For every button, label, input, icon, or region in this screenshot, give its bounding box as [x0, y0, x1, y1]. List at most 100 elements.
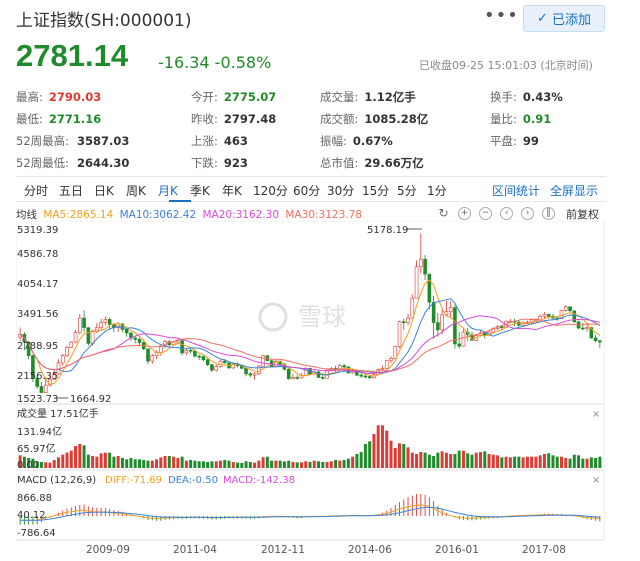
tab-day-k[interactable]: 日K: [94, 182, 114, 199]
tab-30min[interactable]: 30分: [327, 182, 354, 199]
candle-body: [295, 377, 300, 379]
volume-bar: [223, 460, 227, 468]
tab-15min[interactable]: 15分: [362, 182, 389, 199]
volume-bar: [453, 454, 457, 468]
candle-body: [154, 352, 159, 356]
volume-bar: [564, 458, 568, 468]
pan-left-icon[interactable]: ‹: [500, 207, 513, 220]
fullscreen-link[interactable]: 全屏显示: [550, 182, 598, 199]
tab-quarter-k[interactable]: 季K: [190, 182, 210, 199]
quote-label: 上涨:: [191, 134, 218, 148]
zoom-out-icon[interactable]: −: [479, 207, 492, 220]
tab-year-k[interactable]: 年K: [222, 182, 242, 199]
candle-body: [320, 377, 325, 379]
y-axis-main: 5319.39 4586.78 4054.17 3491.56 2788.95 …: [17, 225, 58, 405]
quote-label: 昨收:: [191, 112, 218, 126]
change-value: -16.34: [158, 53, 210, 72]
tab-120min[interactable]: 120分: [253, 182, 288, 199]
candle-body: [103, 319, 108, 323]
candle-body: [448, 307, 453, 313]
page-title: 上证指数(SH:000001): [16, 11, 192, 31]
volume-bar: [589, 457, 593, 468]
tab-fenshi[interactable]: 分时: [24, 182, 48, 199]
volume-bar: [393, 448, 397, 468]
close-volume-icon[interactable]: ×: [592, 409, 600, 420]
volume-bar: [508, 457, 512, 468]
volume-bar: [568, 458, 572, 468]
candle-body: [184, 349, 189, 354]
volume-bar: [120, 458, 124, 468]
close-macd-icon[interactable]: ×: [592, 475, 600, 486]
adjust-dropdown[interactable]: 前复权: [566, 206, 599, 222]
more-icon[interactable]: •••: [484, 5, 519, 26]
volume-bar: [594, 458, 598, 468]
macd-tick-2: -786.64: [17, 528, 56, 539]
volume-bar: [61, 454, 65, 468]
tab-week-k[interactable]: 周K: [126, 182, 146, 199]
volume-bar: [129, 458, 133, 468]
volume-bar: [261, 457, 265, 468]
follow-button[interactable]: ✓ 已添加: [523, 5, 605, 32]
x-tick-1: 2011-04: [173, 544, 217, 556]
quote-value: 2775.07: [223, 90, 277, 104]
candle-body: [39, 386, 44, 393]
volume-bar: [265, 456, 269, 468]
volume-bar: [363, 444, 367, 468]
tab-60min[interactable]: 60分: [293, 182, 320, 199]
volume-bar: [538, 455, 542, 468]
candle-body: [180, 340, 184, 354]
quote-turnover: 换手: 0.43%: [490, 89, 563, 105]
volume-bar: [69, 450, 73, 468]
volume-tick-1: 65.97亿: [17, 442, 56, 455]
ma-legend: 均线 MA5:2865.14 MA10:3062.42 MA20:3162.30…: [16, 207, 362, 222]
volume-bar: [440, 451, 444, 468]
candle-body: [380, 368, 385, 371]
volume-bar: [86, 454, 90, 468]
volume-bar: [99, 453, 103, 468]
reset-icon[interactable]: ↻: [437, 207, 450, 220]
volume-bar: [598, 456, 602, 468]
candle-body: [581, 327, 585, 330]
quote-market-cap: 总市值: 29.66万亿: [320, 155, 424, 171]
range-stats-link[interactable]: 区间统计: [492, 182, 540, 199]
volume-bar: [398, 443, 402, 468]
volume-bar: [534, 456, 538, 468]
volume-bar: [167, 456, 171, 468]
volume-bar: [206, 462, 210, 468]
moving-averages: [19, 279, 601, 385]
pan-right-icon[interactable]: ›: [521, 207, 534, 220]
volume-bar: [270, 460, 274, 468]
y-tick-4: 2788.95: [17, 341, 58, 352]
volume-bar: [432, 456, 436, 468]
volume-bar: [542, 454, 546, 468]
candle-body: [86, 327, 91, 344]
quote-value: 1.12亿手: [364, 90, 416, 104]
volume-bar: [274, 460, 278, 468]
tab-wuri[interactable]: 五日: [59, 182, 83, 199]
zoom-in-icon[interactable]: +: [458, 207, 471, 220]
tab-month-k[interactable]: 月K: [158, 182, 178, 199]
current-price: 2781.14: [16, 38, 129, 73]
quote-label: 成交量:: [320, 90, 359, 104]
volume-bar: [91, 456, 95, 468]
volume-bar: [513, 456, 517, 468]
tab-1min[interactable]: 1分: [427, 182, 447, 199]
ma-legend-label: 均线: [16, 209, 37, 221]
volume-bar: [419, 452, 423, 468]
candle-body: [568, 306, 572, 312]
volume-bar: [346, 458, 350, 468]
candle-body: [214, 366, 219, 371]
volume-bar: [189, 460, 193, 468]
quote-prev-close: 昨收: 2797.48: [191, 111, 276, 127]
candle-body: [546, 314, 551, 317]
tab-5min[interactable]: 5分: [397, 182, 417, 199]
volume-bar: [257, 460, 261, 468]
quote-open: 今开: 2775.07: [191, 89, 276, 105]
quote-label: 总市值:: [320, 156, 359, 170]
candle-body: [529, 319, 534, 323]
volume-bar: [193, 460, 197, 468]
quote-label: 最高:: [16, 90, 43, 104]
volume-bar: [197, 461, 201, 468]
pause-icon[interactable]: ‖: [542, 207, 555, 220]
kline-chart[interactable]: 雪球 5319.39 4586.78 4054.17 3491.56 2788.…: [16, 221, 606, 556]
